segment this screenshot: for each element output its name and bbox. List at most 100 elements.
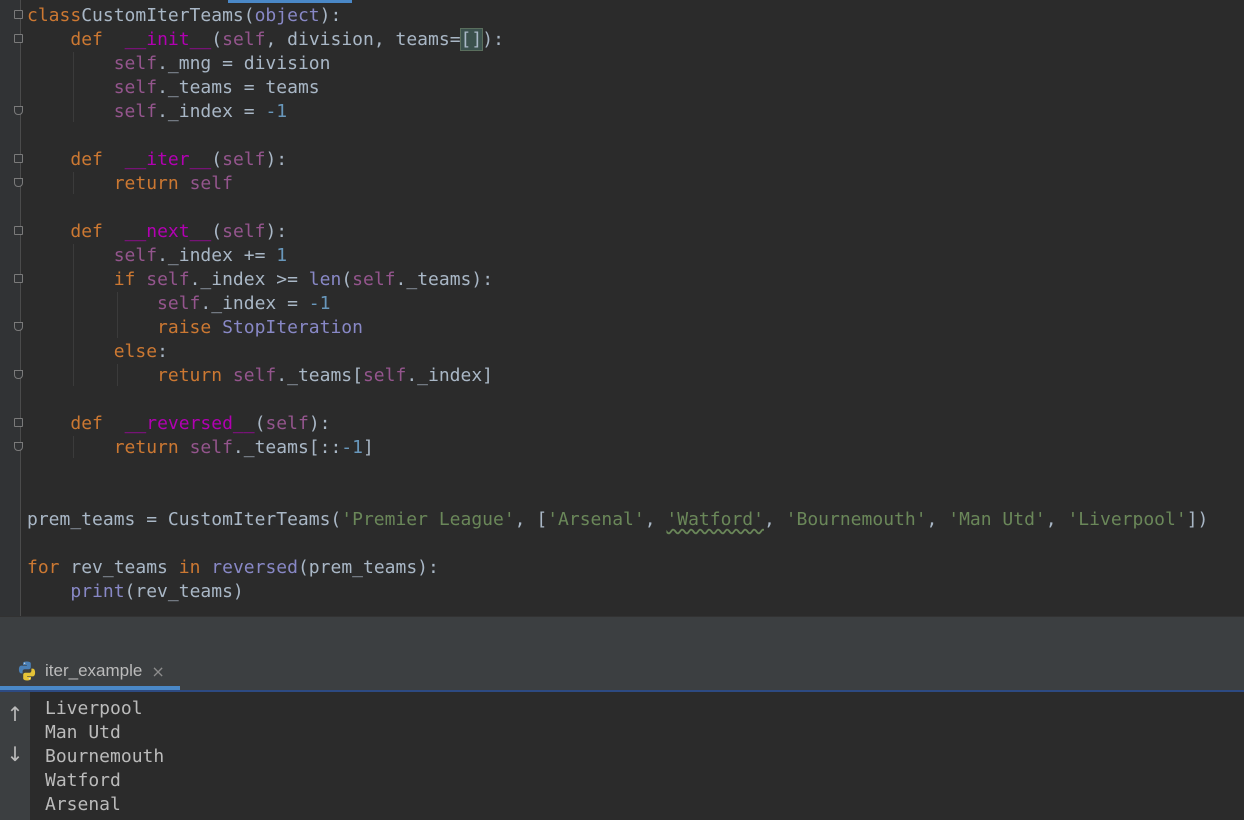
- code-token: self: [178, 173, 233, 194]
- run-tab-iter-example[interactable]: iter_example ×: [0, 652, 180, 690]
- fold-icon[interactable]: [14, 418, 23, 427]
- code-token: def: [70, 413, 103, 434]
- code-token: else: [113, 341, 158, 362]
- code-token: rev_teams: [59, 557, 179, 578]
- scroll-down-arrow-icon[interactable]: ↓: [0, 739, 30, 769]
- code-token: return: [113, 437, 179, 458]
- console-output[interactable]: Liverpool Man Utd Bournemouth Watford Arsena…: [45, 697, 164, 817]
- code-line[interactable]: raise StopIteration: [27, 316, 1208, 340]
- code-token: ._index >=: [189, 269, 309, 290]
- code-token: (prem_teams):: [297, 557, 439, 578]
- close-icon[interactable]: ×: [151, 662, 164, 681]
- code-line[interactable]: for rev_teams in reversed(prem_teams):: [27, 556, 1208, 580]
- code-token: 'Liverpool': [1067, 509, 1187, 530]
- code-line[interactable]: [27, 532, 1208, 556]
- code-token: ._teams = teams: [157, 77, 320, 98]
- code-line[interactable]: [27, 124, 1208, 148]
- code-token: def: [70, 221, 103, 242]
- code-token: StopIteration: [222, 317, 363, 338]
- code-token: -1: [265, 101, 288, 122]
- code-line[interactable]: classCustomIterTeams(object):: [27, 4, 1208, 28]
- editor-gutter[interactable]: [0, 0, 23, 616]
- code-token: 'Arsenal': [547, 509, 645, 530]
- code-line[interactable]: prem_teams = CustomIterTeams('Premier Le…: [27, 508, 1208, 532]
- editor-tab-indicator: [228, 0, 352, 3]
- code-token: ,: [1045, 509, 1068, 530]
- code-token: ._teams[::: [232, 437, 342, 458]
- fold-icon[interactable]: [14, 34, 23, 43]
- code-line[interactable]: self._mng = division: [27, 52, 1208, 76]
- code-token: ):: [319, 5, 342, 26]
- code-line[interactable]: def __next__(self):: [27, 220, 1208, 244]
- console-output-line: Watford: [45, 770, 121, 791]
- run-console[interactable]: ↑ ↓ Liverpool Man Utd Bournemouth Watford Ar…: [0, 692, 1244, 820]
- python-icon: [18, 661, 36, 681]
- console-output-line: Liverpool: [45, 698, 143, 719]
- code-token: self: [352, 269, 396, 290]
- fold-end-icon[interactable]: [14, 442, 23, 451]
- code-token: (: [211, 149, 223, 170]
- code-line[interactable]: [27, 460, 1208, 484]
- code-token: ._mng = division: [157, 53, 331, 74]
- code-token: self: [222, 365, 277, 386]
- code-token: (rev_teams): [124, 581, 244, 602]
- fold-icon[interactable]: [14, 274, 23, 283]
- code-line[interactable]: self._index = -1: [27, 100, 1208, 124]
- code-token: reversed: [211, 557, 298, 578]
- code-line[interactable]: [27, 196, 1208, 220]
- code-token: __reversed__: [124, 413, 255, 434]
- code-line[interactable]: [27, 388, 1208, 412]
- run-tab-label: iter_example: [45, 661, 143, 680]
- code-token: (: [211, 221, 223, 242]
- fold-end-icon[interactable]: [14, 106, 23, 115]
- code-token: ):: [265, 221, 288, 242]
- code-line[interactable]: print(rev_teams): [27, 580, 1208, 604]
- code-token: 'Bournemouth': [785, 509, 927, 530]
- code-line[interactable]: return self._teams[::-1]: [27, 436, 1208, 460]
- code-line[interactable]: def __reversed__(self):: [27, 412, 1208, 436]
- code-line[interactable]: self._index += 1: [27, 244, 1208, 268]
- code-token: ]: [362, 437, 374, 458]
- code-line[interactable]: [27, 484, 1208, 508]
- code-token: -1: [308, 293, 331, 314]
- fold-end-icon[interactable]: [14, 178, 23, 187]
- code-line[interactable]: def __iter__(self):: [27, 148, 1208, 172]
- code-line[interactable]: return self._teams[self._index]: [27, 364, 1208, 388]
- panel-splitter[interactable]: [0, 616, 1244, 653]
- console-output-line: Arsenal: [45, 794, 121, 815]
- code-token: object: [254, 5, 320, 26]
- code-token: :: [157, 341, 168, 362]
- code-line[interactable]: self._teams = teams: [27, 76, 1208, 100]
- fold-icon[interactable]: [14, 154, 23, 163]
- code-line[interactable]: else:: [27, 340, 1208, 364]
- fold-icon[interactable]: [14, 10, 23, 19]
- code-token: __init__: [124, 29, 212, 50]
- code-token: -1: [341, 437, 363, 458]
- code-line[interactable]: self._index = -1: [27, 292, 1208, 316]
- code-token: if: [113, 269, 136, 290]
- code-line[interactable]: return self: [27, 172, 1208, 196]
- code-token: self: [265, 413, 309, 434]
- fold-icon[interactable]: [14, 226, 23, 235]
- code-token: ._teams[: [276, 365, 363, 386]
- code-token: return: [157, 365, 223, 386]
- scroll-up-arrow-icon[interactable]: ↑: [0, 699, 30, 729]
- fold-end-icon[interactable]: [14, 370, 23, 379]
- code-line[interactable]: def __init__(self, division, teams=[]):: [27, 28, 1208, 52]
- code-token: CustomIterTeams: [81, 5, 244, 26]
- code-text[interactable]: classCustomIterTeams(object): def __init…: [27, 4, 1208, 604]
- code-token: (: [254, 413, 266, 434]
- fold-end-icon[interactable]: [14, 322, 23, 331]
- code-token: 'Man Utd': [948, 509, 1046, 530]
- code-line[interactable]: if self._index >= len(self._teams):: [27, 268, 1208, 292]
- code-editor[interactable]: classCustomIterTeams(object): def __init…: [0, 0, 1244, 616]
